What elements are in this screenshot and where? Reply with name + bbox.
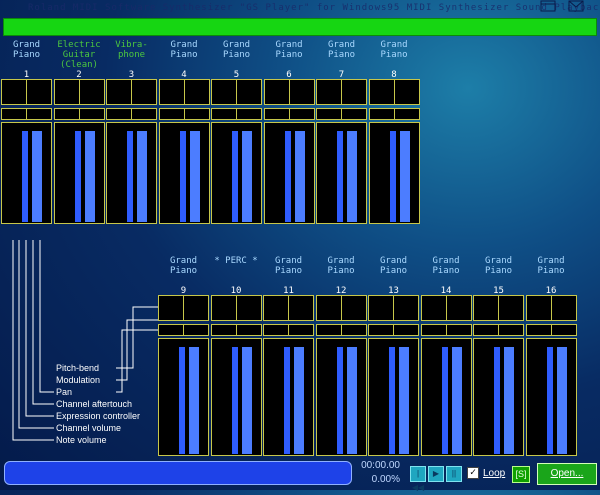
playback-percent: 0.00% xyxy=(371,474,400,485)
legend-pitch-bend: Pitch-bend xyxy=(56,363,100,373)
legend-expression-controller: Expression controller xyxy=(56,411,141,421)
rewind-button[interactable]: |◀◀ xyxy=(410,466,426,492)
lyrics-display xyxy=(4,461,352,485)
legend-note-volume: Note volume xyxy=(56,435,107,445)
legend-channel-volume: Channel volume xyxy=(56,423,122,433)
loop-checkbox[interactable]: ✓ xyxy=(467,467,479,479)
play-button[interactable]: ▶ xyxy=(428,466,444,482)
loop-label[interactable]: Loop xyxy=(483,468,505,479)
legend-channel-aftertouch: Channel aftertouch xyxy=(56,399,133,409)
open-button[interactable]: Open... xyxy=(537,463,597,485)
legend-modulation: Modulation xyxy=(56,375,101,385)
pause-button[interactable]: || xyxy=(446,466,462,482)
elapsed-time: 00:00.00 xyxy=(361,460,400,471)
s-button[interactable]: [S] xyxy=(512,466,530,483)
legend-pan: Pan xyxy=(56,387,73,397)
